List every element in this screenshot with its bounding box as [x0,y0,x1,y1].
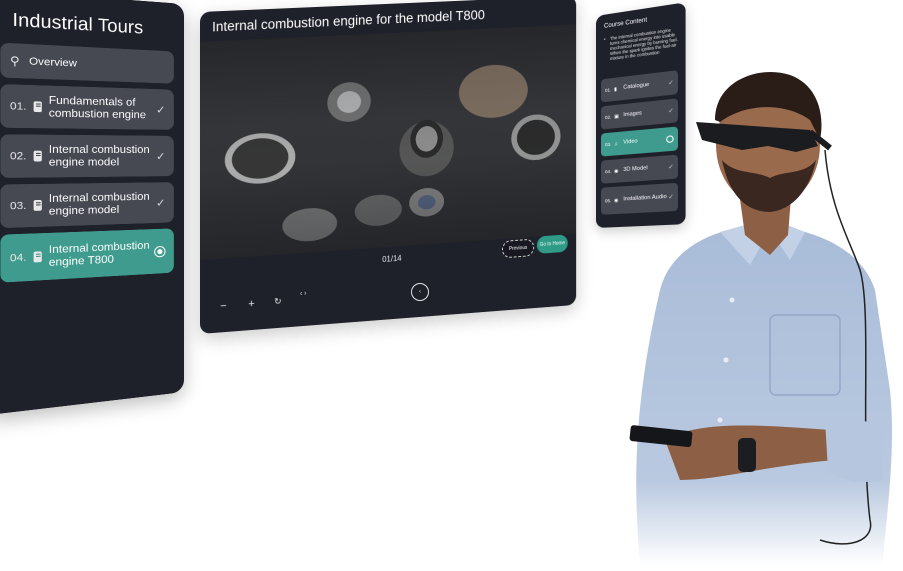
document-icon [33,101,42,113]
sidebar-item-label: Internal combustion engine model [48,143,150,169]
sidebar-item-label: Overview [29,55,77,70]
engine-parts-image: Previous Go to Home [200,24,577,260]
sidebar-item-overview[interactable]: ⚲ Overview [0,42,174,84]
sidebar-item-label: Internal combustion engine T800 [48,239,150,270]
sidebar-title: Industrial Tours [12,9,144,38]
tours-sidebar-panel: Industrial Tours ⚲ Overview 01. Fundamen… [0,0,184,416]
ar-scene: Industrial Tours ⚲ Overview 01. Fundamen… [0,0,903,566]
checkmark-icon: ✓ [156,196,166,210]
code-view-button[interactable]: ‹ › [300,290,307,297]
item-number: 01. [9,100,27,113]
sidebar-item-label: Internal combustion engine model [48,190,150,218]
image-shade [200,24,577,260]
sidebar-item-fundamentals[interactable]: 01. Fundamentals of combustion engine ✓ [0,84,174,130]
content-viewer-panel: Internal combustion engine for the model… [200,0,577,334]
document-icon [33,150,42,162]
zoom-out-button[interactable]: − [220,300,226,312]
shirt-button [717,417,723,423]
shirt-button [729,297,735,303]
shirt-button [723,357,729,363]
sidebar-item-label: Fundamentals of combustion engine [48,94,146,122]
checkmark-icon: ✓ [156,150,166,163]
course-description: The internal combustion engine turns che… [604,26,679,62]
item-number: 05. [604,198,612,204]
sleeve-cuff [825,418,885,482]
item-number: 04. [9,251,27,265]
radio-selected-icon [154,245,166,257]
sidebar-item-engine-model-1[interactable]: 02. Internal combustion engine model ✓ [0,134,174,178]
item-number: 02. [604,114,612,121]
sidebar-item-engine-t800[interactable]: 04. Internal combustion engine T800 [0,228,174,283]
zoom-in-button[interactable]: + [248,298,254,310]
item-number: 03. [604,141,612,148]
map-pin-route-icon: ⚲ [9,54,20,68]
document-icon [33,199,42,211]
wristwatch [738,438,756,472]
checkmark-icon: ✓ [156,103,166,117]
course-content-title: Course Content [603,17,648,30]
item-number: 04. [604,168,612,175]
item-number: 02. [9,150,27,163]
document-icon [33,251,42,263]
person-with-ar-glasses [620,60,903,566]
item-number: 03. [9,199,27,213]
sidebar-item-engine-model-2[interactable]: 03. Internal combustion engine model ✓ [0,182,174,229]
item-number: 01. [604,87,612,93]
back-circle-button[interactable]: ‹ [411,283,429,301]
shirt [636,225,893,566]
reset-view-button[interactable]: ↻ [274,296,281,307]
